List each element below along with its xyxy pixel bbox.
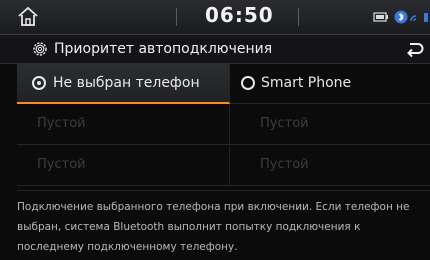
status-divider-left <box>176 8 177 26</box>
radio-button[interactable] <box>241 76 255 90</box>
phone-priority-grid: Не выбран телефон Smart Phone Пустой Пус… <box>17 64 430 187</box>
empty-slot-label: Пустой <box>260 116 309 131</box>
option-empty-slot: Пустой <box>230 146 430 186</box>
status-divider-right <box>298 8 299 26</box>
description-text: Подключение выбранного телефона при вклю… <box>17 201 410 253</box>
battery-icon <box>373 12 388 22</box>
empty-slot-label: Пустой <box>37 157 86 172</box>
empty-slot-label: Пустой <box>260 157 309 172</box>
option-no-phone-selected[interactable]: Не выбран телефон <box>17 64 230 104</box>
option-label: Smart Phone <box>261 75 352 91</box>
option-smart-phone[interactable]: Smart Phone <box>230 64 430 104</box>
gear-icon <box>33 42 47 56</box>
header-bar: Приоритет автоподключения <box>0 35 430 64</box>
empty-slot-label: Пустой <box>37 116 86 131</box>
radio-button-selected[interactable] <box>32 76 46 90</box>
clock: 06:50 <box>205 3 274 27</box>
signal-icon <box>410 13 428 22</box>
status-bar: 06:50 <box>0 0 430 35</box>
home-icon[interactable] <box>16 5 40 29</box>
option-empty-slot: Пустой <box>230 105 430 145</box>
page-title: Приоритет автоподключения <box>54 41 273 57</box>
bluetooth-icon <box>394 10 408 24</box>
status-icons <box>373 10 428 24</box>
option-empty-slot: Пустой <box>17 105 230 145</box>
divider <box>17 190 430 191</box>
option-label: Не выбран телефон <box>53 75 200 91</box>
back-arrow-icon[interactable] <box>404 39 426 59</box>
option-empty-slot: Пустой <box>17 146 230 186</box>
